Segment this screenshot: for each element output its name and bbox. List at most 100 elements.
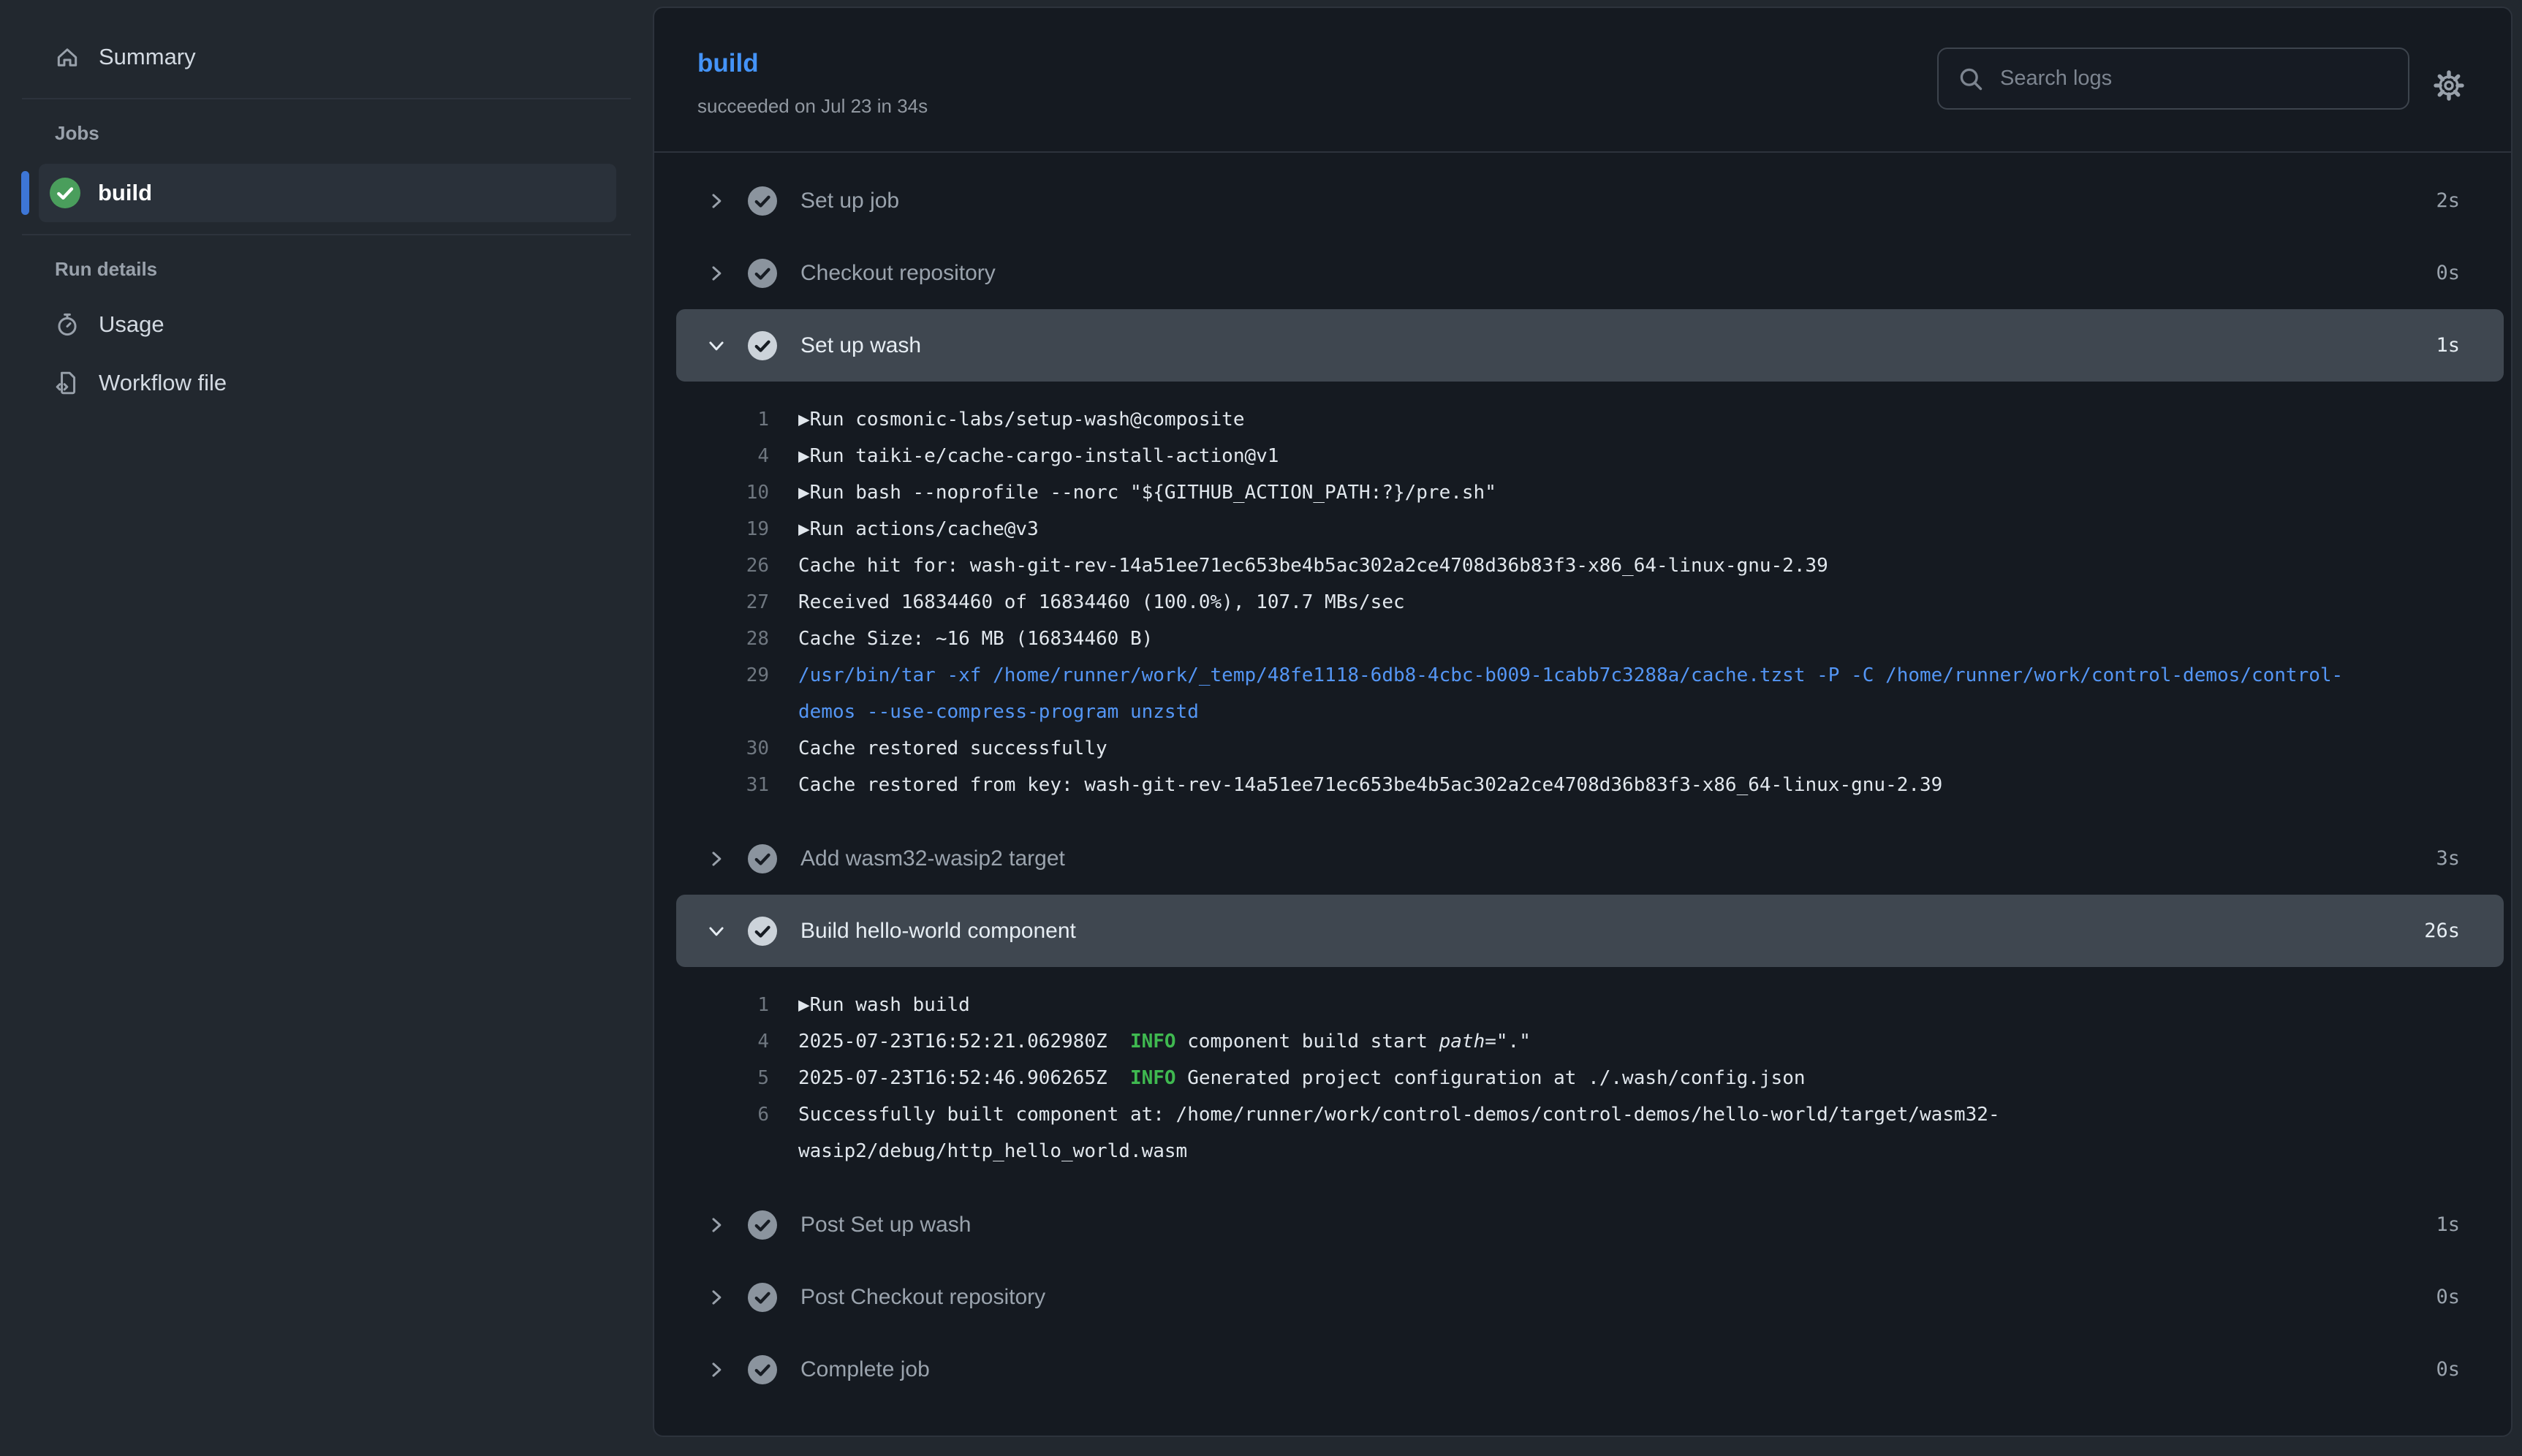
log-line: 1▶Run cosmonic-labs/setup-wash@composite [722,401,2511,438]
log-line-number[interactable]: 6 [722,1096,769,1133]
run-details-label: Run details [0,257,653,281]
log-line-number[interactable]: 4 [722,438,769,474]
log-line: 29/usr/bin/tar -xf /home/runner/work/_te… [722,657,2511,730]
sidebar-item-workflow-file[interactable]: Workflow file [0,354,653,412]
log-line-number[interactable]: 28 [722,621,769,657]
step-success-check-circle-icon [748,1355,777,1384]
job-status-subtitle: succeeded on Jul 23 in 34s [697,94,928,118]
log-text: 2025-07-23T16:52:46.906265Z INFO Generat… [798,1060,2355,1096]
step-header[interactable]: Add wasm32-wasip2 target3s [654,822,2511,895]
chevron-right-icon [707,849,726,868]
sidebar-item-usage[interactable]: Usage [0,295,653,354]
step-header[interactable]: Checkout repository 0s [654,237,2511,309]
step-name: Set up job [800,189,899,213]
log-text: Cache restored from key: wash-git-rev-14… [798,767,2355,803]
log-line-number[interactable]: 27 [722,584,769,621]
step-header-expanded[interactable]: Build hello-world component 26s [676,895,2504,967]
success-check-circle-icon [50,178,80,208]
log-line-number[interactable]: 1 [722,987,769,1023]
step-header[interactable]: Post Checkout repository 0s [654,1261,2511,1333]
log-line: 42025-07-23T16:52:21.062980Z INFO compon… [722,1023,2511,1060]
log-line: 1 ▶Run wash build [722,987,2511,1023]
step-duration: 0s [2436,1286,2460,1308]
log-line-number[interactable]: 30 [722,730,769,767]
chevron-down-icon [707,922,726,941]
step-log-block: 1 ▶Run wash build42025-07-23T16:52:21.062… [654,967,2511,1188]
sidebar: Summary Jobs build Run details Usage Wor… [0,0,653,1456]
log-line: 31 Cache restored from key: wash-git-rev-… [722,767,2511,803]
job-log-header: build succeeded on Jul 23 in 34s [654,8,2511,153]
log-line-number[interactable]: 4 [722,1023,769,1060]
job-label: build [98,180,152,206]
log-line: 19 ▶Run actions/cache@v3 [722,511,2511,547]
chevron-right-icon [707,1216,726,1235]
step-header-expanded[interactable]: Set up wash 1s [676,309,2504,382]
log-line: 26 Cache hit for: wash-git-rev-14a51ee71e… [722,547,2511,584]
chevron-down-icon [707,336,726,355]
step-name: Set up wash [800,333,921,358]
chevron-right-icon [707,192,726,211]
log-text: Cache restored successfully [798,730,2355,767]
log-text: ▶Run bash --noprofile --norc "${GITHUB_A… [798,474,2355,511]
step-header[interactable]: Post Set up wash 1s [654,1188,2511,1261]
search-logs-input[interactable] [1999,66,2389,91]
step-header[interactable]: Complete job0s [654,1333,2511,1406]
step-name: Build hello-world component [800,919,1076,944]
step-name: Post Set up wash [800,1213,971,1237]
selected-job-accent-bar [21,171,29,215]
usage-label: Usage [99,311,164,338]
log-line: 30 Cache restored successfully [722,730,2511,767]
log-line: 10 ▶Run bash --noprofile --norc "${GITHUB… [722,474,2511,511]
sidebar-divider [22,234,631,235]
log-line: 28 Cache Size: ~16 MB (16834460 B) [722,621,2511,657]
sidebar-item-summary[interactable]: Summary [0,28,653,86]
log-text: Successfully built component at: /home/r… [798,1096,2355,1169]
file-code-icon [55,371,80,395]
log-line-number[interactable]: 26 [722,547,769,584]
log-text: ▶Run actions/cache@v3 [798,511,2355,547]
step-log-block: 1▶Run cosmonic-labs/setup-wash@composite… [654,382,2511,822]
workflow-file-label: Workflow file [99,370,227,396]
log-line-number[interactable]: 5 [722,1060,769,1096]
jobs-section-label: Jobs [0,121,653,145]
log-line-number[interactable]: 19 [722,511,769,547]
step-success-check-circle-icon [748,844,777,873]
log-text: ▶Run wash build [798,987,2355,1023]
log-text: ▶Run taiki-e/cache-cargo-install-action@… [798,438,2355,474]
log-line-number[interactable]: 29 [722,657,769,694]
log-text: Cache Size: ~16 MB (16834460 B) [798,621,2355,657]
log-text: /usr/bin/tar -xf /home/runner/work/_temp… [798,657,2355,730]
sidebar-job-item-build[interactable]: build [39,164,616,222]
log-settings-button[interactable] [2432,68,2467,103]
step-duration: 2s [2436,189,2460,212]
log-line-number[interactable]: 1 [722,401,769,438]
gear-icon [2432,69,2466,102]
log-line: 6 Successfully built component at: /home/… [722,1096,2511,1169]
step-header[interactable]: Set up job 2s [654,164,2511,237]
step-success-check-circle-icon [748,259,777,288]
steps-list: Set up job 2s Checkout repository 0s Set up … [654,153,2511,1406]
log-line-number[interactable]: 31 [722,767,769,803]
job-title-link[interactable]: build [697,49,759,78]
step-duration: 3s [2436,847,2460,870]
summary-label: Summary [99,44,196,70]
step-name: Complete job [800,1357,930,1382]
step-duration: 1s [2436,1213,2460,1236]
log-line: 5 2025-07-23T16:52:46.906265Z INFO Genera… [722,1060,2511,1096]
step-success-check-circle-icon [748,1283,777,1312]
chevron-right-icon [707,1360,726,1379]
log-text: Cache hit for: wash-git-rev-14a51ee71ec6… [798,547,2355,584]
step-duration: 0s [2436,262,2460,284]
step-name: Checkout repository [800,261,996,286]
step-duration: 26s [2424,920,2460,942]
search-icon [1958,66,1984,92]
log-line: 4 ▶Run taiki-e/cache-cargo-install-action… [722,438,2511,474]
step-success-check-circle-icon [748,186,777,216]
log-text: Received 16834460 of 16834460 (100.0%), … [798,584,2355,621]
log-line-number[interactable]: 10 [722,474,769,511]
search-logs-box [1937,48,2409,110]
job-log-panel: build succeeded on Jul 23 in 34s Se [653,7,2512,1437]
step-name: Post Checkout repository [800,1285,1045,1310]
log-line: 27 Received 16834460 of 16834460 (100.0%)… [722,584,2511,621]
step-duration: 1s [2436,334,2460,357]
